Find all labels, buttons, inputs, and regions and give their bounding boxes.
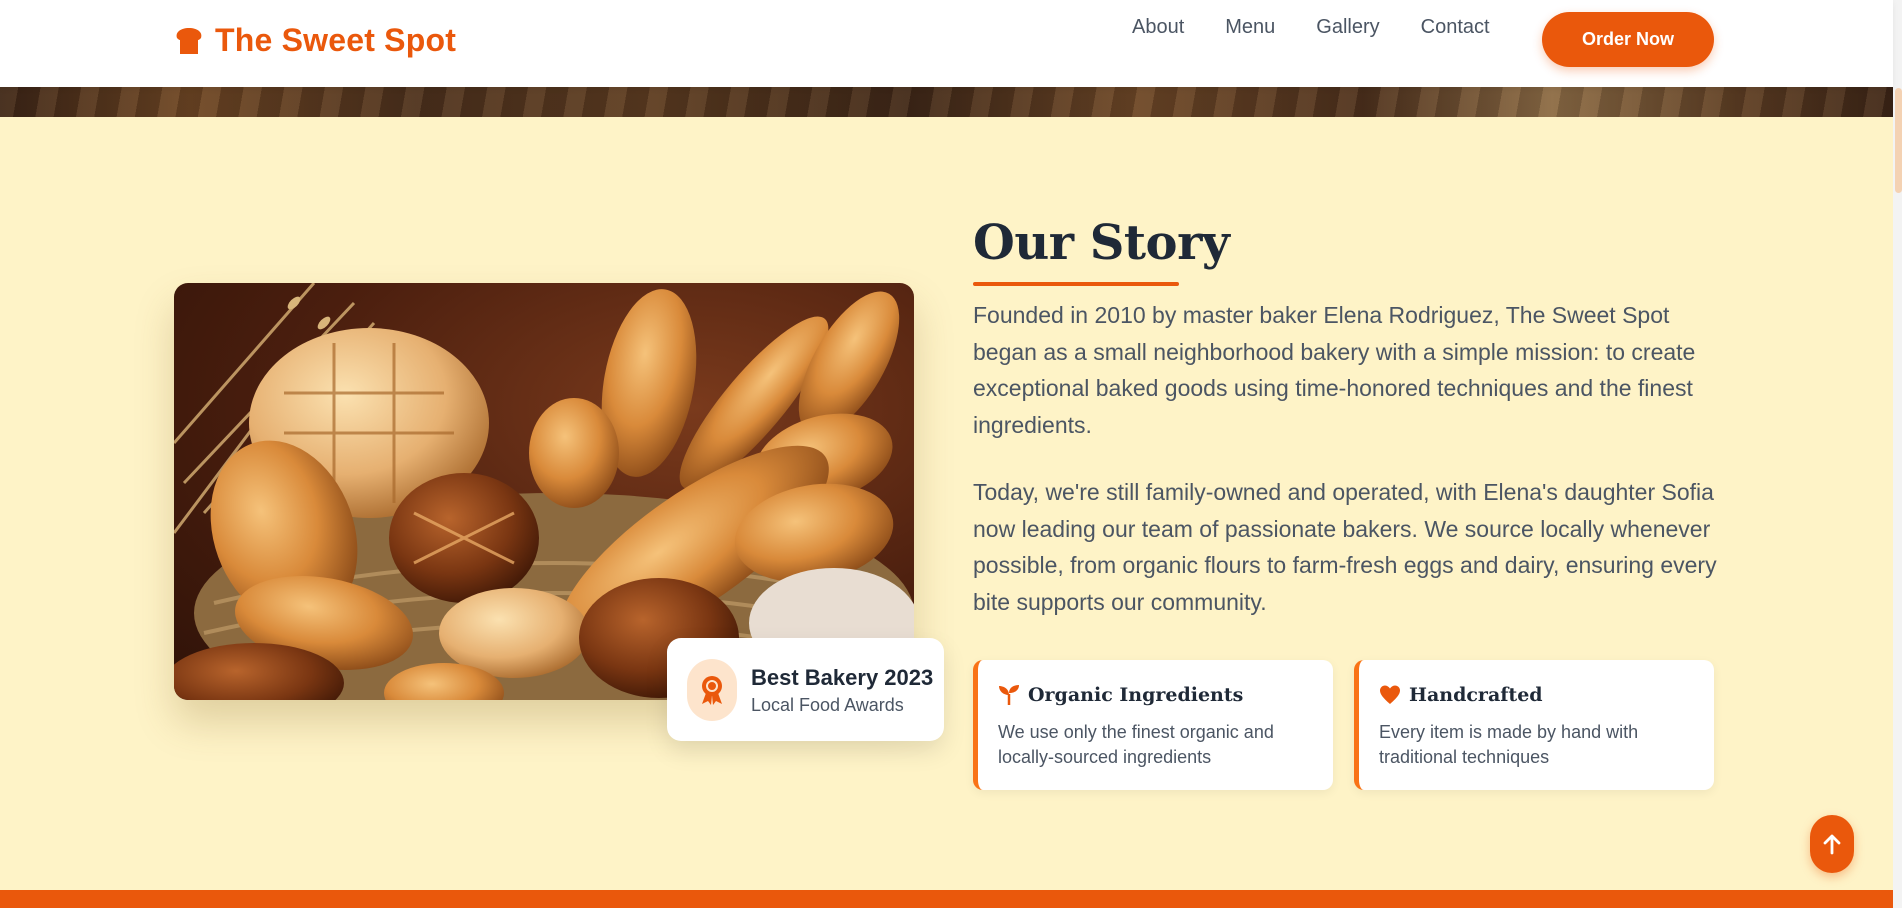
heart-icon bbox=[1380, 685, 1400, 704]
story-paragraph-2: Today, we're still family-owned and oper… bbox=[973, 479, 1717, 615]
seedling-icon bbox=[999, 685, 1019, 705]
feature-title: Organic Ingredients bbox=[1028, 684, 1244, 706]
section-title: Our Story bbox=[973, 215, 1230, 271]
feature-description: Every item is made by hand with traditio… bbox=[1379, 722, 1639, 767]
award-title: Best Bakery 2023 bbox=[751, 665, 934, 690]
main-nav: About Menu Gallery Contact bbox=[1132, 14, 1490, 40]
brand-logo[interactable]: The Sweet Spot bbox=[173, 22, 456, 59]
feature-header: Handcrafted bbox=[1379, 684, 1543, 706]
nav-link-menu[interactable]: Menu bbox=[1225, 14, 1275, 40]
scrollbar-thumb[interactable] bbox=[1895, 88, 1902, 193]
site-header: The Sweet Spot About Menu Gallery Contac… bbox=[0, 0, 1893, 87]
feature-header: Organic Ingredients bbox=[998, 684, 1243, 706]
award-subtitle: Local Food Awards bbox=[751, 695, 904, 715]
back-to-top-button[interactable] bbox=[1810, 815, 1854, 873]
nav-link-contact[interactable]: Contact bbox=[1421, 14, 1490, 40]
order-now-button[interactable]: Order Now bbox=[1542, 12, 1714, 67]
award-icon-circle bbox=[687, 659, 737, 721]
bread-icon bbox=[176, 27, 202, 54]
nav-link-gallery[interactable]: Gallery bbox=[1316, 14, 1379, 40]
award-badge: Best Bakery 2023 Local Food Awards bbox=[667, 638, 944, 741]
next-section-edge bbox=[0, 890, 1893, 908]
title-underline bbox=[973, 282, 1179, 286]
feature-card-organic: Organic Ingredients We use only the fine… bbox=[973, 660, 1333, 790]
feature-card-handcrafted: Handcrafted Every item is made by hand w… bbox=[1354, 660, 1714, 790]
story-paragraph-1: Founded in 2010 by master baker Elena Ro… bbox=[973, 302, 1696, 438]
arrow-up-icon bbox=[1823, 834, 1841, 855]
feature-description: We use only the finest organic and local… bbox=[998, 722, 1274, 767]
brand-name: The Sweet Spot bbox=[215, 22, 457, 58]
feature-title: Handcrafted bbox=[1409, 684, 1543, 706]
award-ribbon-icon bbox=[702, 676, 722, 705]
nav-link-about[interactable]: About bbox=[1132, 14, 1184, 40]
hero-image-bottom-edge bbox=[0, 87, 1893, 117]
